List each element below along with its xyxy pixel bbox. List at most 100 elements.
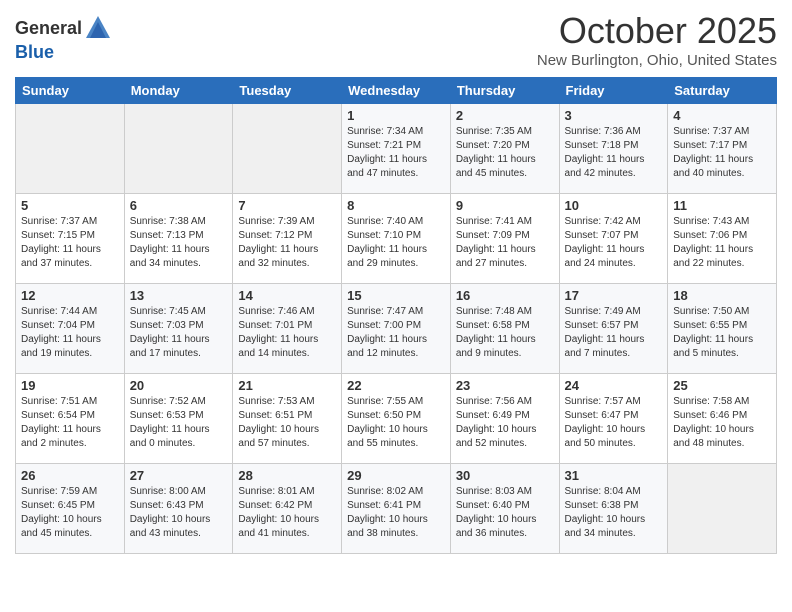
calendar-day-8: 8Sunrise: 7:40 AM Sunset: 7:10 PM Daylig… bbox=[342, 194, 451, 284]
day-info: Sunrise: 7:48 AM Sunset: 6:58 PM Dayligh… bbox=[456, 305, 554, 361]
day-number: 15 bbox=[347, 288, 445, 303]
day-info: Sunrise: 7:45 AM Sunset: 7:03 PM Dayligh… bbox=[130, 305, 228, 361]
calendar-day-31: 31 Sunrise: 8:04 AM Sunset: 6:38 PM Dayli… bbox=[559, 464, 668, 554]
day-number: 26 bbox=[21, 468, 119, 483]
day-info: Sunrise: 7:41 AM Sunset: 7:09 PM Dayligh… bbox=[456, 215, 554, 271]
day-info: Sunrise: 8:03 AM Sunset: 6:40 PM Dayligh… bbox=[456, 485, 554, 541]
calendar-day-7: 7 Sunrise: 7:39 AM Sunset: 7:12 PM Daylig… bbox=[233, 194, 342, 284]
calendar-day-25: 25 Sunrise: 7:58 AM Sunset: 6:46 PM Dayli… bbox=[668, 374, 777, 464]
calendar-day-27: 27 Sunrise: 8:00 AM Sunset: 6:43 PM Dayli… bbox=[124, 464, 233, 554]
calendar-day-14: 14 Sunrise: 7:46 AM Sunset: 7:01 PM Dayli… bbox=[233, 284, 342, 374]
day-info: Sunrise: 7:39 AM Sunset: 7:12 PM Dayligh… bbox=[238, 215, 336, 271]
col-header-thursday: Thursday bbox=[450, 78, 559, 104]
logo-icon bbox=[84, 14, 112, 42]
calendar-day-26: 26 Sunrise: 7:59 AM Sunset: 6:45 PM Dayli… bbox=[16, 464, 125, 554]
day-number: 23 bbox=[456, 378, 554, 393]
logo-blue: Blue bbox=[15, 42, 54, 62]
day-number: 10 bbox=[565, 198, 663, 213]
day-info: Sunrise: 8:00 AM Sunset: 6:43 PM Dayligh… bbox=[130, 485, 228, 541]
logo-text: General Blue bbox=[15, 14, 112, 63]
calendar-day-22: 22 Sunrise: 7:55 AM Sunset: 6:50 PM Dayli… bbox=[342, 374, 451, 464]
calendar-day-23: 23 Sunrise: 7:56 AM Sunset: 6:49 PM Dayli… bbox=[450, 374, 559, 464]
day-number: 30 bbox=[456, 468, 554, 483]
day-info: Sunrise: 8:04 AM Sunset: 6:38 PM Dayligh… bbox=[565, 485, 663, 541]
day-info: Sunrise: 7:38 AM Sunset: 7:13 PM Dayligh… bbox=[130, 215, 228, 271]
day-info: Sunrise: 8:01 AM Sunset: 6:42 PM Dayligh… bbox=[238, 485, 336, 541]
calendar-day-13: 13 Sunrise: 7:45 AM Sunset: 7:03 PM Dayli… bbox=[124, 284, 233, 374]
day-info: Sunrise: 7:34 AM Sunset: 7:21 PM Dayligh… bbox=[347, 125, 445, 181]
empty-day bbox=[124, 104, 233, 194]
day-info: Sunrise: 7:42 AM Sunset: 7:07 PM Dayligh… bbox=[565, 215, 663, 271]
calendar-header-row: SundayMondayTuesdayWednesdayThursdayFrid… bbox=[16, 78, 777, 104]
day-info: Sunrise: 7:51 AM Sunset: 6:54 PM Dayligh… bbox=[21, 395, 119, 451]
day-number: 9 bbox=[456, 198, 554, 213]
location: New Burlington, Ohio, United States bbox=[537, 52, 777, 69]
calendar-week-row: 26 Sunrise: 7:59 AM Sunset: 6:45 PM Dayli… bbox=[16, 464, 777, 554]
col-header-saturday: Saturday bbox=[668, 78, 777, 104]
calendar-day-17: 17 Sunrise: 7:49 AM Sunset: 6:57 PM Dayli… bbox=[559, 284, 668, 374]
day-number: 17 bbox=[565, 288, 663, 303]
calendar-day-20: 20 Sunrise: 7:52 AM Sunset: 6:53 PM Dayli… bbox=[124, 374, 233, 464]
day-number: 6 bbox=[130, 198, 228, 213]
day-info: Sunrise: 8:02 AM Sunset: 6:41 PM Dayligh… bbox=[347, 485, 445, 541]
calendar-week-row: 5Sunrise: 7:37 AM Sunset: 7:15 PM Daylig… bbox=[16, 194, 777, 284]
title-section: October 2025 New Burlington, Ohio, Unite… bbox=[537, 10, 777, 69]
day-number: 12 bbox=[21, 288, 119, 303]
calendar-week-row: 12Sunrise: 7:44 AM Sunset: 7:04 PM Dayli… bbox=[16, 284, 777, 374]
calendar-day-30: 30 Sunrise: 8:03 AM Sunset: 6:40 PM Dayli… bbox=[450, 464, 559, 554]
day-info: Sunrise: 7:55 AM Sunset: 6:50 PM Dayligh… bbox=[347, 395, 445, 451]
day-info: Sunrise: 7:53 AM Sunset: 6:51 PM Dayligh… bbox=[238, 395, 336, 451]
calendar-day-10: 10 Sunrise: 7:42 AM Sunset: 7:07 PM Dayli… bbox=[559, 194, 668, 284]
month-title: October 2025 bbox=[537, 10, 777, 52]
calendar-day-16: 16 Sunrise: 7:48 AM Sunset: 6:58 PM Dayli… bbox=[450, 284, 559, 374]
col-header-wednesday: Wednesday bbox=[342, 78, 451, 104]
day-number: 27 bbox=[130, 468, 228, 483]
day-number: 7 bbox=[238, 198, 336, 213]
calendar-day-3: 3Sunrise: 7:36 AM Sunset: 7:18 PM Daylig… bbox=[559, 104, 668, 194]
day-info: Sunrise: 7:43 AM Sunset: 7:06 PM Dayligh… bbox=[673, 215, 771, 271]
calendar-day-28: 28Sunrise: 8:01 AM Sunset: 6:42 PM Dayli… bbox=[233, 464, 342, 554]
day-number: 14 bbox=[238, 288, 336, 303]
calendar-day-15: 15 Sunrise: 7:47 AM Sunset: 7:00 PM Dayli… bbox=[342, 284, 451, 374]
day-number: 16 bbox=[456, 288, 554, 303]
col-header-tuesday: Tuesday bbox=[233, 78, 342, 104]
day-number: 29 bbox=[347, 468, 445, 483]
calendar-day-6: 6 Sunrise: 7:38 AM Sunset: 7:13 PM Daylig… bbox=[124, 194, 233, 284]
empty-day bbox=[233, 104, 342, 194]
day-info: Sunrise: 7:47 AM Sunset: 7:00 PM Dayligh… bbox=[347, 305, 445, 361]
logo-general: General bbox=[15, 18, 82, 39]
day-info: Sunrise: 7:40 AM Sunset: 7:10 PM Dayligh… bbox=[347, 215, 445, 271]
day-info: Sunrise: 7:49 AM Sunset: 6:57 PM Dayligh… bbox=[565, 305, 663, 361]
calendar-day-29: 29 Sunrise: 8:02 AM Sunset: 6:41 PM Dayli… bbox=[342, 464, 451, 554]
day-info: Sunrise: 7:37 AM Sunset: 7:17 PM Dayligh… bbox=[673, 125, 771, 181]
day-number: 31 bbox=[565, 468, 663, 483]
day-number: 22 bbox=[347, 378, 445, 393]
day-number: 2 bbox=[456, 108, 554, 123]
day-info: Sunrise: 7:36 AM Sunset: 7:18 PM Dayligh… bbox=[565, 125, 663, 181]
calendar-day-9: 9 Sunrise: 7:41 AM Sunset: 7:09 PM Daylig… bbox=[450, 194, 559, 284]
day-info: Sunrise: 7:50 AM Sunset: 6:55 PM Dayligh… bbox=[673, 305, 771, 361]
calendar-table: SundayMondayTuesdayWednesdayThursdayFrid… bbox=[15, 77, 777, 554]
day-info: Sunrise: 7:37 AM Sunset: 7:15 PM Dayligh… bbox=[21, 215, 119, 271]
col-header-monday: Monday bbox=[124, 78, 233, 104]
day-number: 13 bbox=[130, 288, 228, 303]
calendar-day-5: 5Sunrise: 7:37 AM Sunset: 7:15 PM Daylig… bbox=[16, 194, 125, 284]
calendar-day-24: 24Sunrise: 7:57 AM Sunset: 6:47 PM Dayli… bbox=[559, 374, 668, 464]
calendar-day-18: 18Sunrise: 7:50 AM Sunset: 6:55 PM Dayli… bbox=[668, 284, 777, 374]
calendar-day-12: 12Sunrise: 7:44 AM Sunset: 7:04 PM Dayli… bbox=[16, 284, 125, 374]
calendar-day-4: 4 Sunrise: 7:37 AM Sunset: 7:17 PM Daylig… bbox=[668, 104, 777, 194]
day-info: Sunrise: 7:56 AM Sunset: 6:49 PM Dayligh… bbox=[456, 395, 554, 451]
day-number: 20 bbox=[130, 378, 228, 393]
day-info: Sunrise: 7:58 AM Sunset: 6:46 PM Dayligh… bbox=[673, 395, 771, 451]
calendar-week-row: 1Sunrise: 7:34 AM Sunset: 7:21 PM Daylig… bbox=[16, 104, 777, 194]
day-info: Sunrise: 7:59 AM Sunset: 6:45 PM Dayligh… bbox=[21, 485, 119, 541]
col-header-friday: Friday bbox=[559, 78, 668, 104]
day-info: Sunrise: 7:52 AM Sunset: 6:53 PM Dayligh… bbox=[130, 395, 228, 451]
col-header-sunday: Sunday bbox=[16, 78, 125, 104]
day-info: Sunrise: 7:46 AM Sunset: 7:01 PM Dayligh… bbox=[238, 305, 336, 361]
day-number: 4 bbox=[673, 108, 771, 123]
day-number: 21 bbox=[238, 378, 336, 393]
page-header: General Blue October 2025 New Burlington… bbox=[15, 10, 777, 69]
logo: General Blue bbox=[15, 14, 112, 63]
day-number: 25 bbox=[673, 378, 771, 393]
